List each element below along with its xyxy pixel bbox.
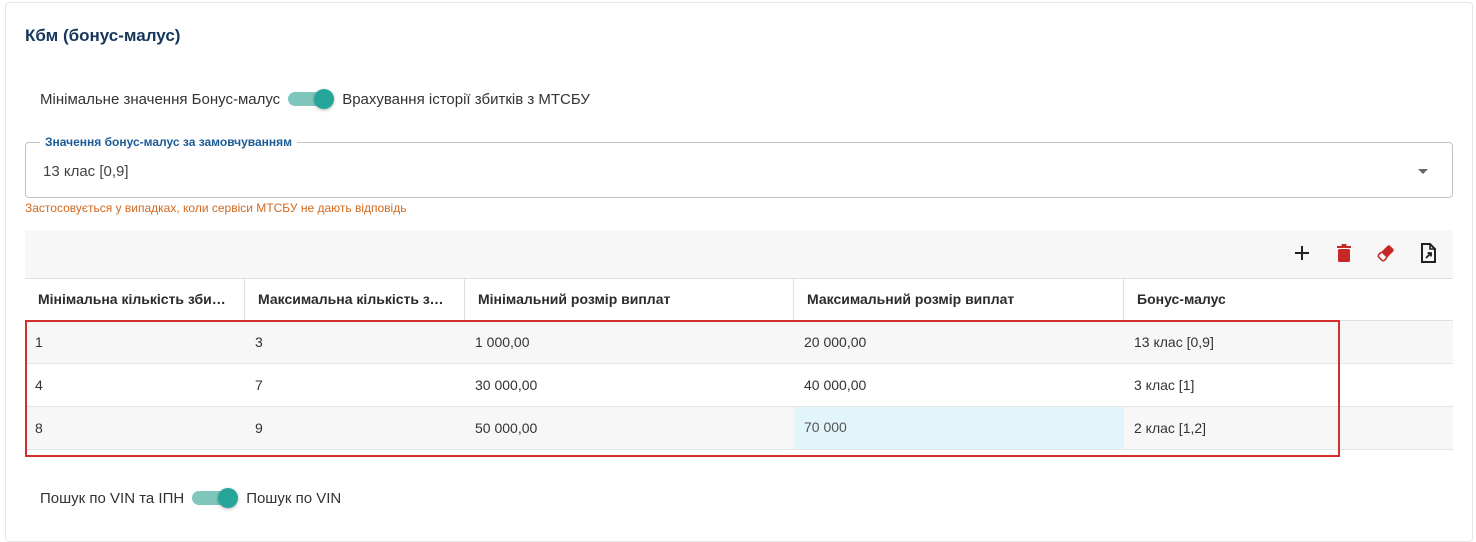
column-header[interactable]: Мінімальна кількість збит… bbox=[25, 279, 245, 320]
table-cell[interactable]: 1 000,00 bbox=[465, 321, 794, 363]
kbm-source-toggle-row: Мінімальне значення Бонус-малус Врахуван… bbox=[40, 89, 590, 109]
switch-thumb bbox=[314, 89, 335, 109]
table-cell[interactable]: 40 000,00 bbox=[794, 364, 1124, 406]
column-header[interactable]: Бонус-малус bbox=[1124, 279, 1453, 320]
section-title: Кбм (бонус-малус) bbox=[25, 26, 181, 45]
table-cell[interactable]: 1 bbox=[25, 321, 245, 363]
select-hint: Застосовується у випадках, коли сервіси … bbox=[25, 201, 407, 215]
table-cell[interactable]: 4 bbox=[25, 364, 245, 406]
kbm-toggle-left-label: Мінімальне значення Бонус-малус bbox=[40, 90, 281, 108]
table-cell[interactable]: 3 bbox=[245, 321, 465, 363]
column-header[interactable]: Максимальна кількість зб… bbox=[245, 279, 465, 320]
table-cell[interactable]: 8 bbox=[25, 407, 245, 449]
select-value: 13 клас [0,9] bbox=[43, 163, 129, 180]
switch-thumb bbox=[218, 488, 239, 508]
table-cell-editor[interactable]: 70 000 bbox=[794, 407, 1124, 449]
column-header[interactable]: Мінімальний розмір виплат bbox=[465, 279, 794, 320]
table-cell[interactable]: 9 bbox=[245, 407, 465, 449]
default-bonus-malus-select[interactable]: Значення бонус-малус за замовчуванням 13… bbox=[25, 135, 1453, 198]
table-header: Мінімальна кількість збит… Максимальна к… bbox=[25, 278, 1453, 321]
chevron-down-icon[interactable] bbox=[1418, 169, 1428, 174]
table-row: 4 7 30 000,00 40 000,00 3 клас [1] bbox=[25, 364, 1453, 407]
table-cell[interactable]: 2 клас [1,2] bbox=[1124, 407, 1453, 449]
column-header[interactable]: Максимальний розмір виплат bbox=[794, 279, 1124, 320]
table-cell[interactable]: 30 000,00 bbox=[465, 364, 794, 406]
table-row: 8 9 50 000,00 70 000 2 клас [1,2] bbox=[25, 407, 1453, 450]
eraser-icon[interactable] bbox=[1375, 242, 1397, 264]
table-cell[interactable]: 20 000,00 bbox=[794, 321, 1124, 363]
plus-icon[interactable] bbox=[1291, 242, 1313, 264]
search-mode-toggle-row: Пошук по VIN та ІПН Пошук по VIN bbox=[40, 488, 341, 508]
kbm-table: Мінімальна кількість збит… Максимальна к… bbox=[25, 278, 1453, 450]
table-cell[interactable]: 50 000,00 bbox=[465, 407, 794, 449]
search-toggle-left-label: Пошук по VIN та ІПН bbox=[40, 489, 185, 507]
table-cell[interactable]: 13 клас [0,9] bbox=[1124, 321, 1453, 363]
export-file-icon[interactable] bbox=[1417, 242, 1439, 264]
table-cell[interactable]: 7 bbox=[245, 364, 465, 406]
search-mode-switch[interactable] bbox=[192, 488, 239, 508]
search-toggle-right-label: Пошук по VIN bbox=[246, 489, 342, 507]
kbm-toggle-right-label: Врахування історії збитків з МТСБУ bbox=[342, 90, 590, 108]
trash-icon[interactable] bbox=[1333, 242, 1355, 264]
select-legend: Значення бонус-малус за замовчуванням bbox=[40, 135, 298, 149]
kbm-source-switch[interactable] bbox=[288, 89, 335, 109]
table-row: 1 3 1 000,00 20 000,00 13 клас [0,9] bbox=[25, 321, 1453, 364]
grid-toolbar bbox=[25, 230, 1453, 278]
table-cell[interactable]: 3 клас [1] bbox=[1124, 364, 1453, 406]
